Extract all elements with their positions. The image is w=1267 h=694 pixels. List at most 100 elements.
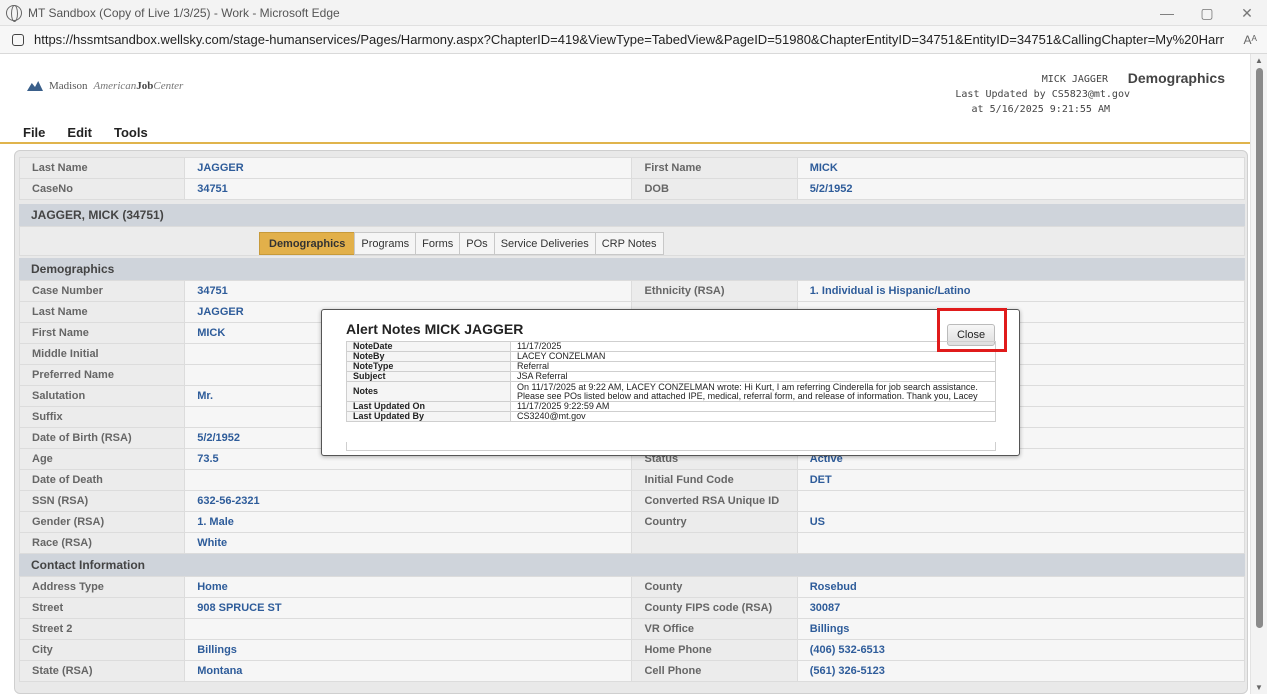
contact-heading: Contact Information: [19, 554, 1245, 576]
demographics-heading: Demographics: [19, 258, 1245, 280]
tab-demographics[interactable]: Demographics: [259, 232, 356, 255]
field-label: [631, 532, 798, 554]
field-label: DOB: [631, 178, 798, 200]
field-value: 908 SPRUCE ST: [184, 597, 633, 619]
field-label: First Name: [631, 157, 798, 179]
field-value: 1. Individual is Hispanic/Latino: [796, 280, 1246, 302]
logo-subtext-job: Job: [136, 80, 154, 92]
table-row: State (RSA) Montana Cell Phone (561) 326-51…: [18, 660, 1246, 682]
vertical-scrollbar[interactable]: ▲ ▼: [1250, 54, 1267, 694]
field-value: Billings: [184, 639, 633, 661]
url-text[interactable]: https://hssmtsandbox.wellsky.com/stage-h…: [34, 32, 1224, 47]
alert-notes-dialog: Alert Notes MICK JAGGER Close NoteDate 11…: [321, 309, 1020, 456]
window-titlebar: MT Sandbox (Copy of Live 1/3/25) - Work …: [0, 0, 1267, 26]
field-value: Rosebud: [796, 576, 1246, 598]
note-row: Last Updated By CS3240@mt.gov: [346, 411, 996, 422]
client-heading: JAGGER, MICK (34751): [19, 204, 1245, 226]
field-value: 34751: [184, 280, 633, 302]
field-label: Preferred Name: [18, 364, 186, 386]
field-value: 632-56-2321: [184, 490, 633, 512]
highlight-box: [937, 308, 1007, 352]
field-label: Initial Fund Code: [631, 469, 798, 491]
field-value: [184, 469, 633, 491]
lock-icon[interactable]: [12, 33, 24, 46]
table-row: City Billings Home Phone (406) 532-6513: [18, 639, 1246, 661]
field-label: Address Type: [18, 576, 186, 598]
logo-subtext-american: American: [93, 80, 137, 92]
logo-subtext: AmericanJobCenter: [94, 80, 184, 92]
field-label: Middle Initial: [18, 343, 186, 365]
note-label: Notes: [346, 381, 511, 402]
table-row: Case Number 34751 Ethnicity (RSA) 1. Indivi…: [18, 280, 1246, 302]
menu-bar: File Edit Tools: [0, 122, 1250, 144]
summary-table: Last Name JAGGER First Name MICK CaseNo …: [18, 157, 1246, 200]
field-label: City: [18, 639, 186, 661]
table-row: CaseNo 34751 DOB 5/2/1952: [18, 178, 1246, 200]
field-label: Cell Phone: [631, 660, 798, 682]
note-value: On 11/17/2025 at 9:22 AM, LACEY CONZELMA…: [510, 381, 996, 402]
table-row: Race (RSA) White: [18, 532, 1246, 554]
scroll-down-arrow-icon[interactable]: ▼: [1255, 683, 1263, 692]
logo: Madison AmericanJobCenter: [27, 80, 183, 92]
tab-pos[interactable]: POs: [459, 232, 495, 255]
field-label: Race (RSA): [18, 532, 186, 554]
note-row: Last Updated On 11/17/2025 9:22:59 AM: [346, 401, 996, 412]
table-row: Street 908 SPRUCE ST County FIPS code (RSA…: [18, 597, 1246, 619]
user-info: MICK JAGGER Last Updated by CS5823@mt.go…: [955, 72, 1130, 117]
tab-programs[interactable]: Programs: [354, 232, 417, 255]
note-row: Notes On 11/17/2025 at 9:22 AM, LACEY CON…: [346, 381, 996, 402]
tab-service-deliveries[interactable]: Service Deliveries: [493, 232, 596, 255]
globe-icon: [6, 4, 22, 22]
field-label: Home Phone: [631, 639, 798, 661]
maximize-button[interactable]: ▢: [1187, 0, 1227, 26]
address-bar[interactable]: https://hssmtsandbox.wellsky.com/stage-h…: [0, 26, 1267, 54]
field-value: 34751: [184, 178, 633, 200]
scrollbar-thumb[interactable]: [1256, 68, 1263, 628]
field-value: White: [184, 532, 633, 554]
field-label: State (RSA): [18, 660, 186, 682]
field-label: Last Name: [18, 157, 186, 179]
tab-crp-notes[interactable]: CRP Notes: [594, 232, 664, 255]
field-value: DET: [796, 469, 1246, 491]
table-row: Date of Death Initial Fund Code DET: [18, 469, 1246, 491]
menu-tools[interactable]: Tools: [114, 125, 148, 140]
field-label: Ethnicity (RSA): [631, 280, 798, 302]
minimize-button[interactable]: —: [1147, 0, 1187, 26]
tab-forms[interactable]: Forms: [415, 232, 461, 255]
dialog-title: Alert Notes MICK JAGGER: [346, 321, 524, 337]
field-label: VR Office: [631, 618, 798, 640]
mountain-logo-icon: [27, 81, 43, 91]
field-label: Date of Birth (RSA): [18, 427, 186, 449]
note-row: Subject JSA Referral: [346, 371, 996, 382]
menu-file[interactable]: File: [23, 125, 45, 140]
note-value: LACEY CONZELMAN: [510, 351, 996, 362]
page-title: Demographics: [1127, 70, 1225, 86]
field-value: [184, 618, 633, 640]
logo-subtext-center: Center: [153, 80, 184, 92]
note-value: JSA Referral: [510, 371, 996, 382]
tab-bar: Demographics Programs Forms POs Service …: [19, 226, 1245, 256]
field-value: US: [796, 511, 1246, 533]
field-label: Suffix: [18, 406, 186, 428]
close-window-button[interactable]: ✕: [1227, 0, 1267, 26]
field-value: Billings: [796, 618, 1246, 640]
read-aloud-icon[interactable]: Aᴬ: [1244, 33, 1257, 47]
field-label: Case Number: [18, 280, 186, 302]
last-updated-at: at 5/16/2025 9:21:55 AM: [971, 104, 1110, 115]
field-label: SSN (RSA): [18, 490, 186, 512]
scroll-up-arrow-icon[interactable]: ▲: [1255, 56, 1263, 65]
table-row: Last Name JAGGER First Name MICK: [18, 157, 1246, 179]
field-value: (561) 326-5123: [796, 660, 1246, 682]
note-value: 11/17/2025: [510, 341, 996, 352]
table-row: Street 2 VR Office Billings: [18, 618, 1246, 640]
note-value: Referral: [510, 361, 996, 372]
field-value: (406) 532-6513: [796, 639, 1246, 661]
menu-edit[interactable]: Edit: [67, 125, 92, 140]
field-value: Montana: [184, 660, 633, 682]
logo-text: Madison: [49, 80, 88, 92]
field-value: MICK: [796, 157, 1246, 179]
notes-table: NoteDate 11/17/2025 NoteBy LACEY CONZELMAN N…: [346, 341, 996, 422]
table-row: SSN (RSA) 632-56-2321 Converted RSA Unique…: [18, 490, 1246, 512]
field-label: County: [631, 576, 798, 598]
field-label: County FIPS code (RSA): [631, 597, 798, 619]
